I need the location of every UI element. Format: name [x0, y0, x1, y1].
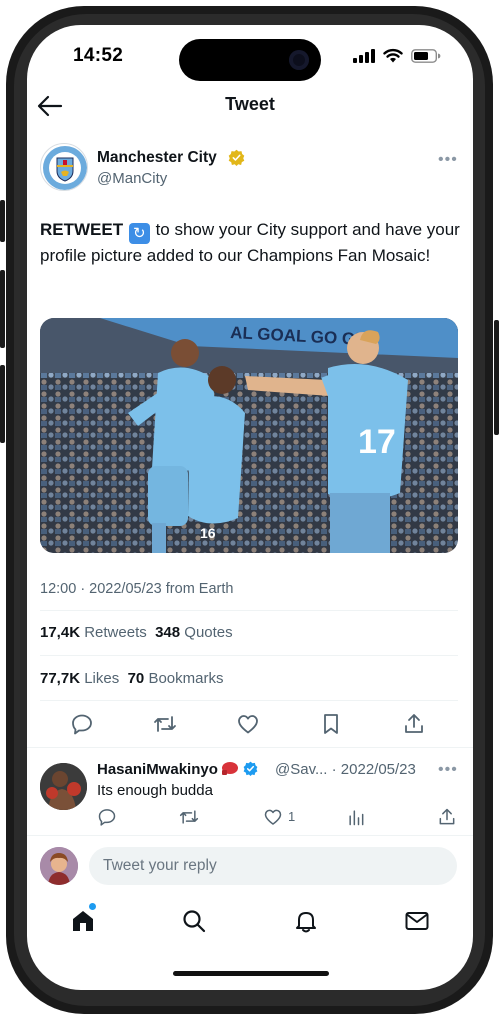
retweet-icon[interactable] — [179, 807, 199, 827]
bottom-nav — [27, 903, 473, 943]
quotes-count[interactable]: 348 — [155, 624, 180, 641]
bookmarks-label[interactable]: Bookmarks — [148, 670, 223, 687]
tweet-text: RETWEET ↻ to show your City support and … — [40, 218, 460, 269]
divider — [27, 835, 473, 836]
camera-icon — [289, 50, 309, 70]
verified-badge-icon — [243, 761, 258, 776]
wifi-icon — [383, 48, 403, 63]
share-icon[interactable] — [437, 807, 457, 827]
like-icon[interactable] — [263, 807, 283, 827]
screen: 14:52 Tweet Manchester City @ManCity •••… — [27, 25, 473, 990]
tweet-action-bar — [27, 709, 473, 739]
likes-label[interactable]: Likes — [84, 670, 119, 687]
divider — [40, 655, 458, 656]
bookmarks-count[interactable]: 70 — [128, 670, 145, 687]
svg-text:16: 16 — [200, 525, 216, 541]
search-icon[interactable] — [180, 907, 208, 935]
status-icons — [353, 48, 441, 63]
retweets-label[interactable]: Retweets — [84, 624, 147, 641]
reply-handle-date[interactable]: @Sav... · 2022/05/23 — [275, 761, 416, 778]
likes-count[interactable]: 77,7K — [40, 670, 80, 687]
divider — [40, 700, 458, 701]
action-button — [0, 200, 5, 242]
notifications-icon[interactable] — [292, 907, 320, 935]
power-button — [494, 320, 499, 435]
reply-icon[interactable] — [97, 807, 117, 827]
more-options-icon[interactable]: ••• — [438, 151, 458, 169]
dynamic-island — [179, 39, 321, 81]
top-bar: Tweet — [27, 85, 473, 127]
tweet-timestamp: 12:00 · 2022/05/23 from Earth — [40, 581, 234, 597]
page-title: Tweet — [225, 94, 275, 114]
divider — [27, 747, 473, 748]
retweet-emoji-icon: ↻ — [128, 223, 150, 244]
bookmark-icon[interactable] — [319, 712, 343, 736]
quotes-label[interactable]: Quotes — [184, 624, 232, 641]
reply-input[interactable] — [89, 847, 457, 885]
user-avatar-illustration — [40, 847, 78, 885]
boxer-photo — [40, 763, 87, 810]
reply-like-count: 1 — [288, 809, 296, 824]
notification-dot — [89, 903, 96, 910]
shirt-number: 17 — [358, 423, 396, 461]
home-icon[interactable] — [69, 907, 97, 935]
verified-badge-icon — [228, 149, 245, 166]
status-time: 14:52 — [73, 45, 124, 66]
reply-action-bar: 1 — [97, 805, 467, 829]
reply-text: Its enough budda — [97, 782, 213, 799]
reply-more-options-icon[interactable]: ••• — [438, 761, 458, 779]
battery-icon — [411, 48, 441, 63]
reply-author-name-text: HasaniMwakinyo — [97, 761, 218, 778]
boxing-glove-emoji-icon — [221, 762, 238, 775]
retweets-count[interactable]: 17,4K — [40, 624, 80, 641]
retweet-icon[interactable] — [153, 712, 177, 736]
volume-down-button — [0, 365, 5, 443]
celebration-photo: AL GOAL GO GI 16 17 — [40, 318, 458, 553]
views-icon[interactable] — [346, 807, 366, 827]
tweet-text-emphasis: RETWEET — [40, 220, 124, 239]
author-avatar[interactable] — [40, 143, 88, 191]
share-icon[interactable] — [402, 712, 426, 736]
likes-bookmarks-stats: 77,7K Likes 70 Bookmarks — [40, 670, 223, 687]
reply-author-name[interactable]: HasaniMwakinyo — [97, 761, 258, 778]
author-handle[interactable]: @ManCity — [97, 170, 167, 187]
cellular-signal-icon — [353, 48, 375, 63]
reply-avatar[interactable] — [40, 763, 87, 810]
messages-icon[interactable] — [403, 907, 431, 935]
user-avatar[interactable] — [40, 847, 78, 885]
manchester-city-crest-icon — [43, 146, 87, 190]
like-icon[interactable] — [236, 712, 260, 736]
divider — [40, 610, 458, 611]
volume-up-button — [0, 270, 5, 348]
retweet-quote-stats: 17,4K Retweets 348 Quotes — [40, 624, 233, 641]
reply-icon[interactable] — [70, 712, 94, 736]
tweet-media-image[interactable]: AL GOAL GO GI 16 17 — [40, 318, 458, 553]
home-indicator[interactable] — [173, 971, 329, 976]
author-name[interactable]: Manchester City — [97, 149, 217, 167]
